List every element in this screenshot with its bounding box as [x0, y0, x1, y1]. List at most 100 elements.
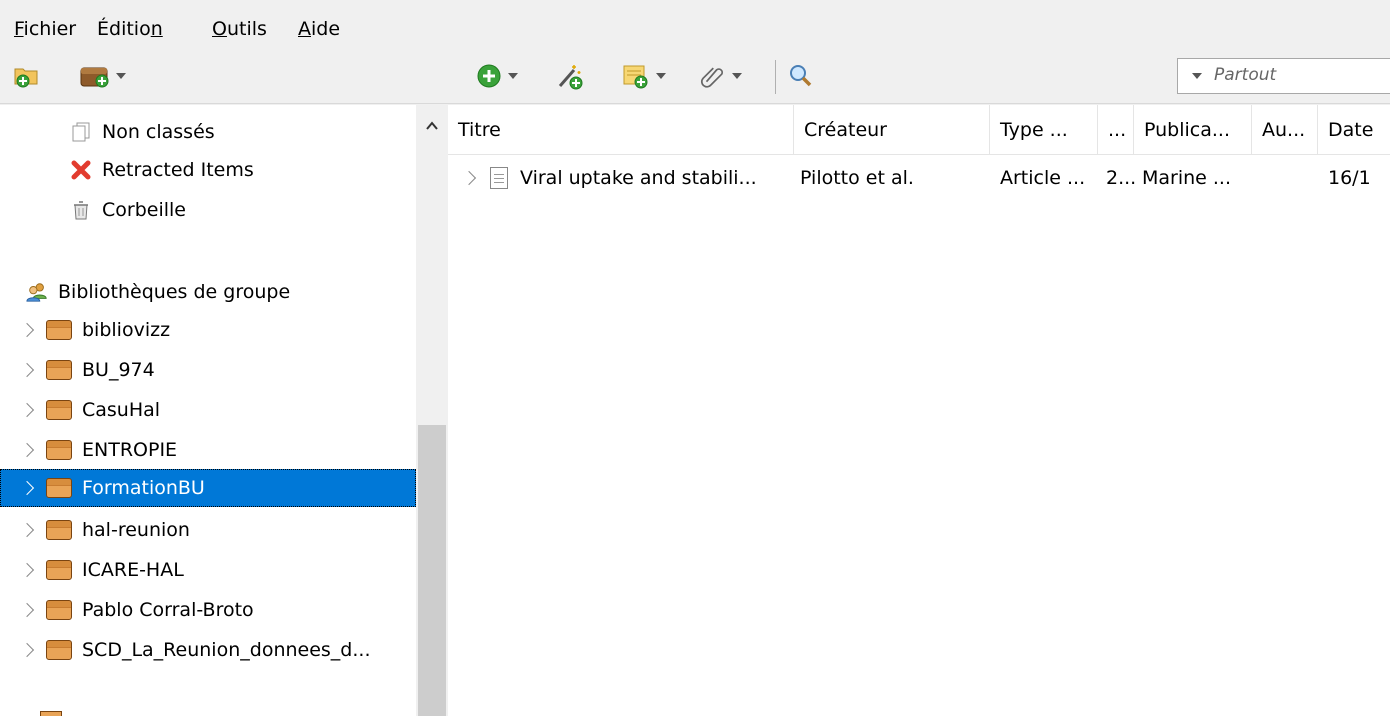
group-item[interactable]: SCD_La_Reunion_donnees_d...	[0, 631, 416, 669]
menu-outils[interactable]: Outils	[212, 18, 267, 40]
item-extra-cell: 2...	[1106, 159, 1136, 197]
group-libraries-label: Bibliothèques de groupe	[58, 281, 291, 303]
new-collection-icon	[14, 68, 38, 88]
group-label: FormationBU	[82, 477, 205, 499]
column-date[interactable]: Date	[1318, 105, 1390, 155]
column-label: ...	[1108, 119, 1127, 141]
group-label: hal-reunion	[82, 519, 190, 541]
group-label: ENTROPIE	[82, 439, 178, 461]
magnifier-icon	[790, 65, 812, 87]
item-extra: 2...	[1106, 167, 1136, 189]
search-mode-dropdown[interactable]: Partout	[1177, 58, 1390, 94]
chevron-down-icon	[1192, 73, 1202, 79]
partial-box-icon	[40, 711, 62, 716]
item-type-cell: Article ...	[1000, 159, 1100, 197]
column-label: Créateur	[804, 119, 887, 141]
new-library-icon	[80, 67, 109, 88]
item-publication-cell: Marine ...	[1142, 159, 1252, 197]
group-label: Pablo Corral-Broto	[82, 599, 254, 621]
menu-edition[interactable]: Édition	[97, 18, 163, 40]
retracted-x-icon	[71, 160, 91, 180]
column-extra[interactable]: ...	[1098, 105, 1134, 155]
library-box-icon	[46, 360, 72, 380]
collections-scrollbar[interactable]	[416, 105, 448, 716]
group-label: BU_974	[82, 359, 155, 381]
column-label: Publica...	[1144, 119, 1230, 141]
document-icon	[490, 167, 508, 189]
group-item[interactable]: bibliovizz	[0, 311, 416, 349]
new-collection-button[interactable]	[14, 62, 40, 90]
new-library-button[interactable]	[80, 62, 126, 90]
item-publication: Marine ...	[1142, 167, 1232, 189]
item-row[interactable]: Viral uptake and stabili... Pilotto et a…	[448, 159, 1390, 197]
item-title-cell: Viral uptake and stabili...	[462, 159, 794, 197]
column-type[interactable]: Type ...	[990, 105, 1098, 155]
group-item[interactable]: Pablo Corral-Broto	[0, 591, 416, 629]
group-label: CasuHal	[82, 399, 161, 421]
item-date-cell: 16/1	[1328, 159, 1390, 197]
library-box-icon	[46, 640, 72, 660]
chevron-right-icon[interactable]	[19, 522, 35, 538]
items-column-header: Titre Créateur Type ... ... Publica... A…	[448, 105, 1390, 155]
column-label: Type ...	[1000, 119, 1068, 141]
items-pane: Titre Créateur Type ... ... Publica... A…	[448, 105, 1390, 716]
group-item[interactable]: BU_974	[0, 351, 416, 389]
chevron-right-icon[interactable]	[19, 642, 35, 658]
column-creator[interactable]: Créateur	[794, 105, 990, 155]
add-circle-icon	[477, 64, 501, 88]
toolbar-separator	[775, 60, 776, 94]
menu-aide[interactable]: Aide	[298, 18, 340, 40]
collections-pane: Non classés Retracted Items Corbeille Bi…	[0, 105, 416, 716]
library-box-icon	[46, 478, 72, 498]
group-item[interactable]: hal-reunion	[0, 511, 416, 549]
paperclip-icon	[700, 67, 724, 88]
chevron-right-icon[interactable]	[19, 480, 35, 496]
item-author-cell	[1260, 159, 1318, 197]
chevron-right-icon[interactable]	[19, 402, 35, 418]
group-item[interactable]: CasuHal	[0, 391, 416, 429]
library-box-icon	[46, 600, 72, 620]
chevron-right-icon[interactable]	[19, 562, 35, 578]
item-type: Article ...	[1000, 167, 1086, 189]
chevron-right-icon[interactable]	[19, 442, 35, 458]
group-item[interactable]: ICARE-HAL	[0, 551, 416, 589]
menu-fichier[interactable]: Fichier	[14, 18, 76, 40]
add-attachment-button[interactable]	[698, 62, 742, 90]
library-box-icon	[46, 560, 72, 580]
unfiled-icon	[72, 122, 90, 142]
library-box-icon	[46, 440, 72, 460]
group-item[interactable]: ENTROPIE	[0, 431, 416, 469]
scrollbar-thumb[interactable]	[418, 425, 446, 716]
column-title[interactable]: Titre	[448, 105, 794, 155]
group-label: SCD_La_Reunion_donnees_d...	[82, 639, 371, 661]
tree-item-label: Corbeille	[102, 199, 186, 221]
tree-item-label: Retracted Items	[102, 159, 254, 181]
new-item-button[interactable]	[476, 62, 518, 90]
advanced-search-button[interactable]	[788, 62, 814, 90]
scroll-up-arrow-icon[interactable]	[425, 119, 439, 133]
chevron-down-icon	[732, 73, 742, 79]
menu-bar: Fichier Édition Outils Aide	[0, 0, 1390, 48]
tree-item-trash[interactable]: Corbeille	[0, 191, 416, 229]
column-publication[interactable]: Publica...	[1134, 105, 1252, 155]
add-by-identifier-button[interactable]	[556, 62, 584, 90]
chevron-right-icon[interactable]	[19, 362, 35, 378]
group-libraries-header[interactable]: Bibliothèques de groupe	[0, 273, 416, 311]
group-item-selected[interactable]: FormationBU	[0, 469, 416, 507]
library-box-icon	[46, 400, 72, 420]
tree-item-unfiled[interactable]: Non classés	[0, 113, 416, 151]
chevron-right-icon[interactable]	[462, 170, 477, 186]
chevron-right-icon[interactable]	[19, 322, 35, 338]
chevron-right-icon[interactable]	[19, 602, 35, 618]
group-label: ICARE-HAL	[82, 559, 184, 581]
chevron-down-icon	[508, 73, 518, 79]
tree-item-label: Non classés	[102, 121, 215, 143]
library-box-icon	[46, 520, 72, 540]
chevron-down-icon	[116, 73, 126, 79]
magic-wand-icon	[558, 65, 583, 90]
library-box-icon	[46, 320, 72, 340]
tree-item-retracted[interactable]: Retracted Items	[0, 151, 416, 189]
group-label: bibliovizz	[82, 319, 171, 341]
new-note-button[interactable]	[622, 62, 666, 90]
column-author[interactable]: Au...	[1252, 105, 1318, 155]
